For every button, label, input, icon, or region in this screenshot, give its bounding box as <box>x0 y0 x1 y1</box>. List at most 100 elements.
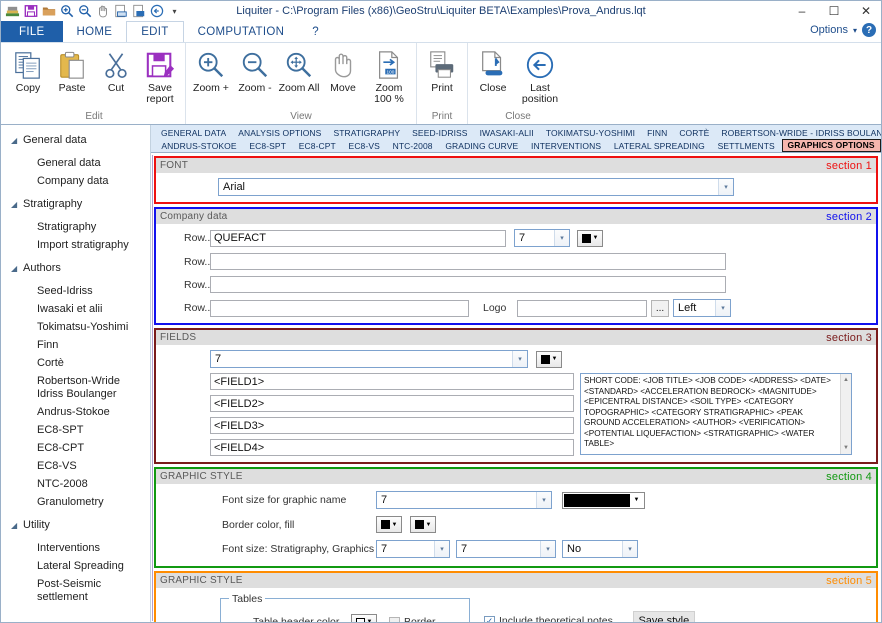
tab-tokimatsu-yoshimi[interactable]: TOKIMATSU-YOSHIMI <box>540 127 641 139</box>
app-logo-icon[interactable] <box>4 3 21 20</box>
chevron-down-icon[interactable]: ▾ <box>540 541 555 557</box>
tab-andrus-stokoe[interactable]: ANDRUS-STOKOE <box>155 140 242 152</box>
options-label[interactable]: Options <box>810 24 848 36</box>
sidebar-item-company-data[interactable]: Company data <box>1 172 150 190</box>
zoom-in-icon[interactable] <box>58 3 75 20</box>
save-report-button[interactable]: Save report <box>138 46 182 105</box>
sidebar-item-tokimatsu-yoshimi[interactable]: Tokimatsu-Yoshimi <box>1 318 150 336</box>
sidebar-item-import-stratigraphy[interactable]: Import stratigraphy <box>1 236 150 254</box>
close-document-button[interactable]: Close <box>471 46 515 94</box>
tab-settlments[interactable]: SETTLMENTS <box>712 140 781 152</box>
sidebar-item-stratigraphy[interactable]: Stratigraphy <box>1 218 150 236</box>
graphic-name-font-size-combo[interactable]: 7 ▾ <box>376 491 552 509</box>
sidebar-item-andrus-stokoe[interactable]: Andrus-Stokoe <box>1 403 150 421</box>
zoom-100-button[interactable]: 100 Zoom 100 % <box>365 46 413 105</box>
chevron-down-icon[interactable]: ▾ <box>715 300 730 316</box>
field2-input[interactable]: <FIELD2> <box>210 395 574 412</box>
collapse-triangle-icon[interactable]: ◢ <box>11 264 23 273</box>
close-button[interactable]: ✕ <box>855 3 877 19</box>
chevron-down-icon[interactable]: ▾ <box>853 26 857 35</box>
zoom-in-button[interactable]: Zoom + <box>189 46 233 94</box>
company-font-size-combo[interactable]: 7 ▾ <box>514 229 570 247</box>
field3-input[interactable]: <FIELD3> <box>210 417 574 434</box>
hand-icon[interactable] <box>94 3 111 20</box>
chevron-down-icon[interactable]: ▾ <box>536 492 551 508</box>
sidebar-item-interventions[interactable]: Interventions <box>1 539 150 557</box>
tab-robertson-wride-idriss-boulanger[interactable]: ROBERTSON-WRIDE - IDRISS BOULANGER <box>715 127 881 139</box>
sidebar-item-general-data[interactable]: General data <box>1 154 150 172</box>
bold-option-combo[interactable]: No ▾ <box>562 540 638 558</box>
chevron-down-icon[interactable]: ▾ <box>622 541 637 557</box>
chevron-down-icon[interactable]: ▾ <box>434 541 449 557</box>
sidebar-item-seed-idriss[interactable]: Seed-Idriss <box>1 282 150 300</box>
chevron-down-icon[interactable]: ▼ <box>593 235 599 241</box>
chevron-down-icon[interactable]: ▼ <box>630 497 643 503</box>
ribbon-tab-help[interactable]: ? <box>298 21 333 42</box>
chevron-down-icon[interactable]: ▼ <box>426 522 432 528</box>
ribbon-tab-file[interactable]: FILE <box>1 21 63 42</box>
tab-seed-idriss[interactable]: SEED-IDRISS <box>406 127 473 139</box>
qat-more-icon[interactable]: ▾ <box>166 3 183 20</box>
sidebar-item-corte[interactable]: Cortè <box>1 354 150 372</box>
collapse-triangle-icon[interactable]: ◢ <box>11 136 23 145</box>
company-row4-input[interactable] <box>210 299 469 317</box>
scroll-up-icon[interactable]: ▲ <box>843 374 849 387</box>
move-button[interactable]: Move <box>321 46 365 94</box>
tab-iwasaki-alii[interactable]: IWASAKI-ALII <box>474 127 540 139</box>
sidebar-item-ntc-2008[interactable]: NTC-2008 <box>1 475 150 493</box>
company-text-color-button[interactable]: ▼ <box>577 229 603 247</box>
logo-browse-button[interactable]: ... <box>651 299 669 317</box>
tab-finn[interactable]: FINN <box>641 127 673 139</box>
cut-button[interactable]: Cut <box>94 46 138 94</box>
sidebar-item-ec8-spt[interactable]: EC8-SPT <box>1 421 150 439</box>
save-icon[interactable] <box>22 3 39 20</box>
include-theoretical-notes-checkbox[interactable]: ✓ Include theoretical notes <box>484 615 613 622</box>
collapse-triangle-icon[interactable]: ◢ <box>11 200 23 209</box>
tab-ntc-2008[interactable]: NTC-2008 <box>387 140 439 152</box>
tab-lateral-spreading[interactable]: LATERAL SPREADING <box>608 140 711 152</box>
save-style-button[interactable]: Save style <box>632 611 695 622</box>
sidebar-group-utility[interactable]: ◢ Utility <box>1 516 150 534</box>
chevron-down-icon[interactable]: ▾ <box>718 179 733 195</box>
zoom-out-icon[interactable] <box>76 3 93 20</box>
tab-ec8-vs[interactable]: EC8-VS <box>343 140 386 152</box>
paste-button[interactable]: Paste <box>50 46 94 94</box>
fill-color-button[interactable]: ▼ <box>410 516 436 533</box>
tab-stratigraphy[interactable]: STRATIGRAPHY <box>327 127 406 139</box>
table-header-color-button[interactable]: ▼ <box>351 613 377 622</box>
sidebar-item-ec8-vs[interactable]: EC8-VS <box>1 457 150 475</box>
copy-button[interactable]: Copy <box>6 46 50 94</box>
tab-ec8-spt[interactable]: EC8-SPT <box>243 140 292 152</box>
tab-general-data[interactable]: GENERAL DATA <box>155 127 232 139</box>
chevron-down-icon[interactable]: ▼ <box>367 619 373 622</box>
ribbon-tab-home[interactable]: HOME <box>63 21 127 42</box>
print-button[interactable]: Print <box>420 46 464 94</box>
fields-font-size-combo[interactable]: 7 ▾ <box>210 350 528 368</box>
sidebar-group-authors[interactable]: ◢ Authors <box>1 259 150 277</box>
tab-corte[interactable]: CORTÈ <box>673 127 715 139</box>
sidebar-item-lateral-spreading[interactable]: Lateral Spreading <box>1 557 150 575</box>
checkbox-box[interactable] <box>389 616 400 622</box>
sidebar-item-granulometry[interactable]: Granulometry <box>1 493 150 511</box>
short-code-listbox[interactable]: SHORT CODE: <JOB TITLE> <JOB CODE> <ADDR… <box>580 373 852 455</box>
fields-text-color-button[interactable]: ▼ <box>536 350 562 368</box>
tab-interventions[interactable]: INTERVENTIONS <box>525 140 607 152</box>
short-code-scrollbar[interactable]: ▲ ▼ <box>840 374 851 454</box>
sidebar-group-stratigraphy[interactable]: ◢ Stratigraphy <box>1 195 150 213</box>
graphic-name-color-button[interactable]: ▼ <box>562 491 645 509</box>
back-icon[interactable] <box>148 3 165 20</box>
sidebar-item-ec8-cpt[interactable]: EC8-CPT <box>1 439 150 457</box>
sidebar-group-general-data[interactable]: ◢ General data <box>1 131 150 149</box>
report-icon[interactable] <box>112 3 129 20</box>
open-folder-icon[interactable] <box>40 3 57 20</box>
help-icon[interactable]: ? <box>862 23 876 37</box>
border-checkbox[interactable]: Border <box>389 616 436 622</box>
maximize-button[interactable]: ☐ <box>823 3 845 19</box>
company-row1-input[interactable]: QUEFACT <box>210 229 506 247</box>
tab-grading-curve[interactable]: GRADING CURVE <box>439 140 524 152</box>
export-icon[interactable] <box>130 3 147 20</box>
zoom-out-button[interactable]: Zoom - <box>233 46 277 94</box>
field1-input[interactable]: <FIELD1> <box>210 373 574 390</box>
tab-graphics-options[interactable]: GRAPHICS OPTIONS <box>781 139 881 152</box>
chevron-down-icon[interactable]: ▾ <box>512 351 527 367</box>
